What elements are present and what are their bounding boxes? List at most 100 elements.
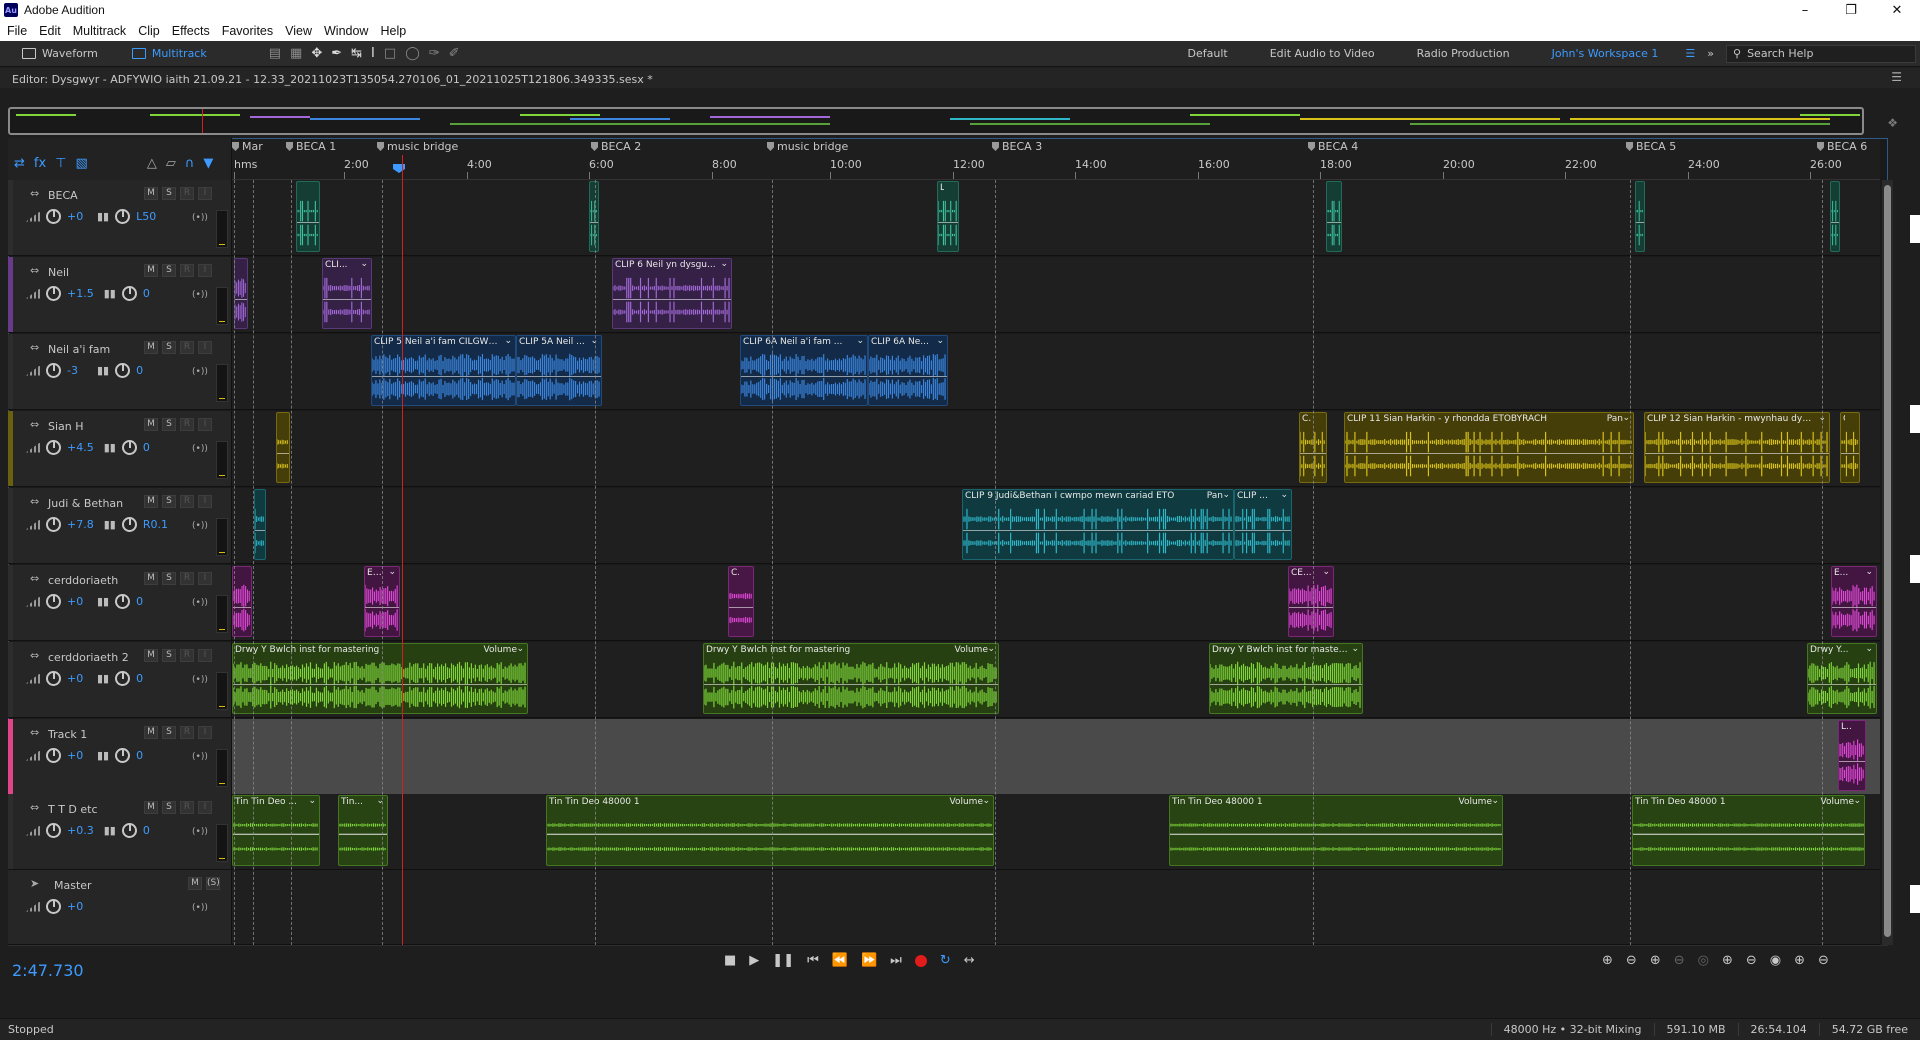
track-1-volume-value[interactable]: +0 xyxy=(67,749,87,762)
slip-tool-icon[interactable]: ↹ xyxy=(351,46,362,61)
pitch-display-icon[interactable]: ▦ xyxy=(290,46,302,61)
beca-volume-value[interactable]: +0 xyxy=(67,210,87,223)
spot-healing-tool-icon[interactable]: ✐ xyxy=(449,46,460,61)
track-header-master[interactable]: ➤ Master M (S) +0 (•)) xyxy=(8,870,232,945)
menu-help[interactable]: Help xyxy=(373,24,411,38)
beca-routing-icon[interactable]: (•)) xyxy=(192,213,208,223)
track-drag-icon[interactable]: ⇔ xyxy=(30,572,39,585)
cerddoriaeth-2-routing-icon[interactable]: (•)) xyxy=(192,675,208,685)
neil-monitor-input-button[interactable]: I xyxy=(198,264,212,277)
neil-pan-value[interactable]: 0 xyxy=(143,287,163,300)
maximize-icon[interactable]: ❐ xyxy=(1828,3,1874,18)
audio-clip[interactable] xyxy=(254,489,266,560)
scrollbar-thumb[interactable] xyxy=(1884,185,1891,937)
chevron-down-icon[interactable]: ⌄ xyxy=(856,336,864,346)
audio-clip[interactable] xyxy=(1635,181,1645,252)
move-tool-icon[interactable]: ✥ xyxy=(311,46,322,61)
audio-clip[interactable] xyxy=(276,412,290,483)
sian-h-routing-icon[interactable]: (•)) xyxy=(192,444,208,454)
menu-clip[interactable]: Clip xyxy=(131,24,165,38)
chevron-down-icon[interactable]: ⌄ xyxy=(1280,490,1288,500)
neil-a-i-fam-volume-value[interactable]: -3 xyxy=(67,364,87,377)
audio-clip[interactable]: Tin... ⌄ xyxy=(338,795,388,866)
cerddoriaeth-solo-button[interactable]: S xyxy=(162,572,176,585)
chevron-down-icon[interactable]: ⌄ xyxy=(982,796,990,806)
go-to-start-icon[interactable]: ⏮ xyxy=(807,953,819,968)
chevron-down-icon[interactable]: ⌄ xyxy=(388,567,396,577)
marker-beca-4[interactable]: BECA 4 xyxy=(1308,140,1358,153)
cerddoriaeth-2-pan-knob[interactable] xyxy=(115,671,131,686)
workspace-edit-audio-to-video[interactable]: Edit Audio to Video xyxy=(1249,47,1396,60)
sian-h-solo-button[interactable]: S xyxy=(162,418,176,431)
cerddoriaeth-pan-value[interactable]: 0 xyxy=(136,595,156,608)
zoom-tracks-icon[interactable]: ⊕ xyxy=(1794,953,1805,968)
neil-routing-icon[interactable]: (•)) xyxy=(192,290,208,300)
audio-clip[interactable]: CLIP 9 Judi&Bethan I cwmpo mewn cariad E… xyxy=(962,489,1234,560)
chevron-down-icon[interactable]: ⌄ xyxy=(1351,644,1359,654)
rewind-icon[interactable]: ⏪ xyxy=(832,953,848,968)
record-icon[interactable] xyxy=(914,954,927,967)
zoom-in-point-icon[interactable]: ⊕ xyxy=(1722,953,1733,968)
track-name-track-1[interactable]: Track 1 xyxy=(48,728,87,741)
track-name-t-t-d-etc[interactable]: T T D etc xyxy=(48,803,98,816)
marker-music-bridge-1[interactable]: music bridge xyxy=(377,140,458,153)
lane-sian-h[interactable]: CLI... CLIP 11 Sian Harkin - y rhondda E… xyxy=(232,411,1880,487)
sian-h-volume-knob[interactable] xyxy=(46,440,61,455)
neil-a-i-fam-record-arm-button[interactable]: R xyxy=(180,341,194,354)
marker-beca-5[interactable]: BECA 5 xyxy=(1626,140,1676,153)
inputs-outputs-icon[interactable]: ⇄ xyxy=(14,156,25,171)
chevron-down-icon[interactable]: ⌄ xyxy=(1322,567,1330,577)
marker-music-bridge-2[interactable]: music bridge xyxy=(767,140,848,153)
marquee-tool-icon[interactable]: □ xyxy=(384,46,396,61)
track-header-sian-h[interactable]: ⇔ Sian H M S R I +4.5 ▮▮ 0 (•)) xyxy=(8,411,232,487)
beca-volume-knob[interactable] xyxy=(46,209,61,224)
cerddoriaeth-2-solo-button[interactable]: S xyxy=(162,649,176,662)
master-volume-knob[interactable] xyxy=(46,899,61,914)
cerddoriaeth-routing-icon[interactable]: (•)) xyxy=(192,598,208,608)
t-t-d-etc-record-arm-button[interactable]: R xyxy=(180,801,194,814)
lane-cerddoriaeth-2[interactable]: Drwy Y Bwlch inst for mastering Volume ⌄ D… xyxy=(232,642,1880,718)
lane-t-t-d-etc[interactable]: Tin Tin Deo ... ⌄ Tin... ⌄ Tin Tin Deo 480… xyxy=(232,794,1880,870)
menu-edit[interactable]: Edit xyxy=(32,24,66,38)
audio-clip[interactable]: CLIP 5A Neil ... ⌄ xyxy=(516,335,602,406)
chevron-down-icon[interactable]: ⌄ xyxy=(308,796,316,806)
zoom-in-time-icon[interactable]: ⊕ xyxy=(1650,953,1661,968)
workspace-radio-production[interactable]: Radio Production xyxy=(1396,47,1531,60)
zoom-out-time-icon[interactable]: ⊖ xyxy=(1674,953,1685,968)
minimize-icon[interactable]: – xyxy=(1782,3,1828,18)
t-t-d-etc-solo-button[interactable]: S xyxy=(162,801,176,814)
track-header-neil[interactable]: ⇔ Neil M S R I +1.5 ▮▮ 0 (•)) xyxy=(8,257,232,333)
track-1-pan-value[interactable]: 0 xyxy=(136,749,156,762)
chevron-down-icon[interactable]: ⌄ xyxy=(1491,796,1499,806)
cerddoriaeth-2-pan-value[interactable]: 0 xyxy=(136,672,156,685)
sian-h-volume-value[interactable]: +4.5 xyxy=(67,441,94,454)
audio-clip[interactable]: Drwy Y Bwlch inst for mastering Volume ⌄ xyxy=(703,643,999,714)
audio-clip[interactable]: CLIP 12 Sian Harkin - mwynhau dys... ⌄ xyxy=(1644,412,1830,483)
master-solo-button[interactable]: (S) xyxy=(206,877,220,890)
vertical-scrollbar[interactable] xyxy=(1881,180,1893,945)
audio-clip[interactable]: Tin Tin Deo 48000 1 Volume ⌄ xyxy=(1632,795,1865,866)
marker-beca-2[interactable]: BECA 2 xyxy=(591,140,641,153)
snapping-icon[interactable]: ∩ xyxy=(185,156,195,171)
cerddoriaeth-2-monitor-input-button[interactable]: I xyxy=(198,649,212,662)
cerddoriaeth-volume-knob[interactable] xyxy=(46,594,61,609)
cerddoriaeth-2-volume-value[interactable]: +0 xyxy=(67,672,87,685)
track-header-track-1[interactable]: ⇔ Track 1 M S R I +0 ▮▮ 0 (•)) xyxy=(8,719,232,795)
neil-volume-knob[interactable] xyxy=(46,286,61,301)
workspace-menu-icon[interactable]: ☰ xyxy=(1679,47,1701,60)
track-header-t-t-d-etc[interactable]: ⇔ T T D etc M S R I +0.3 ▮▮ 0 (•)) xyxy=(8,794,232,870)
track-1-pan-knob[interactable] xyxy=(115,748,131,763)
zoom-reset-icon[interactable]: ⊖ xyxy=(1818,953,1829,968)
neil-record-arm-button[interactable]: R xyxy=(180,264,194,277)
zoom-in-amplitude-icon[interactable]: ⊕ xyxy=(1602,953,1613,968)
audio-clip[interactable]: CLIP 6 Neil yn dysgu... ⌄ xyxy=(612,258,732,329)
beca-monitor-input-button[interactable]: I xyxy=(198,187,212,200)
zoom-navigator-icon[interactable]: ❖ xyxy=(1887,116,1898,130)
track-drag-icon[interactable]: ⇔ xyxy=(30,264,39,277)
play-icon[interactable]: ▶ xyxy=(749,953,759,968)
chevron-down-icon[interactable]: ⌄ xyxy=(936,336,944,346)
track-name-cerddoriaeth-2[interactable]: cerddoriaeth 2 xyxy=(48,651,129,664)
chevron-down-icon[interactable]: ⌄ xyxy=(516,644,524,654)
neil-solo-button[interactable]: S xyxy=(162,264,176,277)
track-drag-icon[interactable]: ⇔ xyxy=(30,187,39,200)
